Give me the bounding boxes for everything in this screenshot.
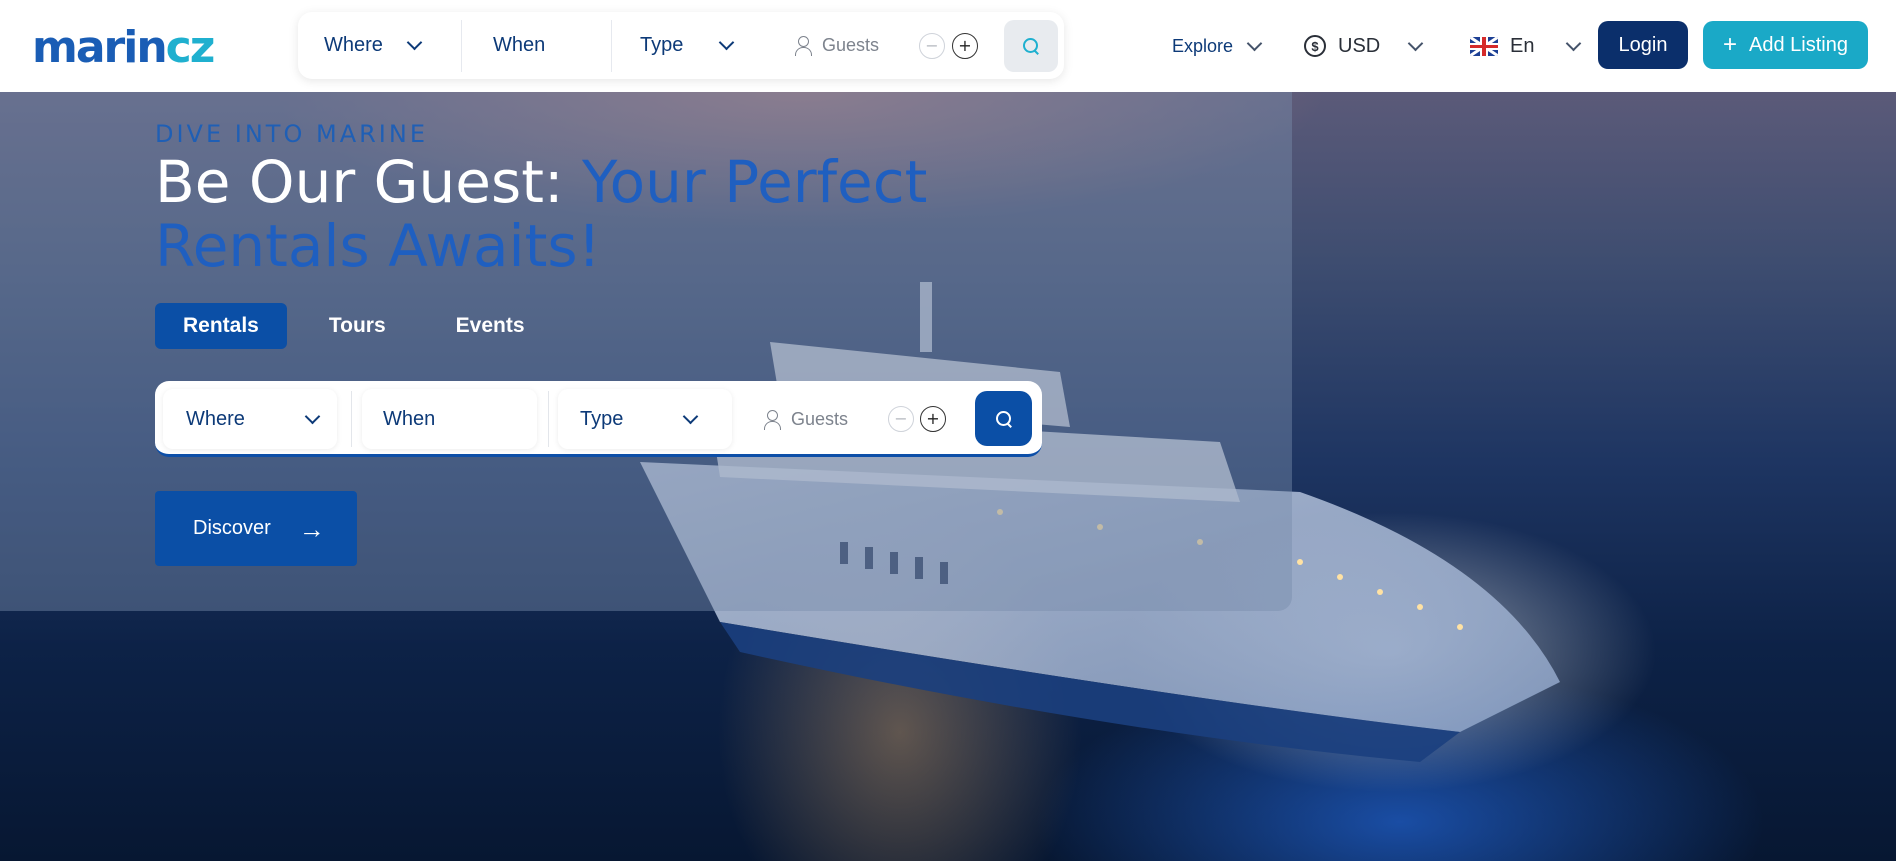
tab-tours[interactable]: Tours — [301, 303, 414, 349]
hero-where-dropdown[interactable]: Where — [163, 389, 337, 449]
chevron-down-icon — [406, 34, 423, 51]
person-icon — [794, 35, 812, 56]
chevron-down-icon — [304, 408, 321, 424]
hero-where-label: Where — [186, 407, 245, 430]
hero-section: DIVE INTO MARINE Be Our Guest: Your Perf… — [0, 92, 1896, 861]
hero-type-dropdown[interactable]: Type — [558, 389, 732, 449]
header-guests: Guests — [794, 12, 879, 79]
add-listing-button[interactable]: + Add Listing — [1703, 21, 1868, 69]
hero-overlay-panel: DIVE INTO MARINE Be Our Guest: Your Perf… — [0, 92, 1292, 611]
chevron-down-icon — [1407, 35, 1424, 51]
language-label: En — [1510, 34, 1535, 57]
hero-guests-decrement-button[interactable]: − — [888, 406, 914, 432]
divider — [611, 20, 612, 72]
chevron-down-icon — [1566, 35, 1582, 51]
chevron-down-icon — [1246, 35, 1263, 51]
header-guests-increment-button[interactable]: + — [952, 33, 978, 59]
add-listing-label: Add Listing — [1749, 33, 1848, 56]
plus-icon: + — [1723, 31, 1738, 58]
header-type-label: Type — [640, 34, 684, 56]
search-icon — [1022, 37, 1040, 55]
hero-tabs: Rentals Tours Events — [155, 303, 553, 349]
discover-button[interactable]: Discover → — [155, 491, 357, 566]
hero-search-button[interactable] — [975, 391, 1032, 446]
hero-title-plain: Be Our Guest: — [155, 148, 582, 216]
divider — [548, 391, 549, 447]
hero-when-field[interactable]: When — [362, 389, 537, 449]
divider — [461, 20, 462, 72]
header-search-bar: Where When Type Guests − + — [298, 12, 1064, 79]
arrow-right-icon: → — [298, 513, 325, 544]
currency-selector[interactable]: $ USD — [1304, 0, 1424, 92]
header-type-dropdown[interactable]: Type — [640, 12, 750, 79]
tab-events[interactable]: Events — [428, 303, 553, 349]
tab-rentals[interactable]: Rentals — [155, 303, 287, 349]
hero-guests-label: Guests — [791, 409, 849, 429]
search-icon — [995, 410, 1013, 428]
hero-search-bar: Where When Type Guests − + — [155, 381, 1042, 457]
explore-label: Explore — [1172, 35, 1234, 56]
header-guests-label: Guests — [822, 35, 880, 55]
chevron-down-icon — [683, 408, 699, 424]
brand-logo[interactable]: marin cz — [32, 26, 215, 70]
header-when-field[interactable]: When — [493, 12, 613, 79]
header-search-button[interactable] — [1004, 20, 1058, 72]
hero-when-label: When — [383, 407, 436, 430]
header-where-dropdown[interactable]: Where — [324, 12, 439, 79]
hero-guests-increment-button[interactable]: + — [920, 406, 946, 432]
login-button[interactable]: Login — [1598, 21, 1688, 69]
hero-kicker: DIVE INTO MARINE — [155, 120, 428, 148]
dollar-icon: $ — [1304, 35, 1326, 57]
explore-menu[interactable]: Explore — [1172, 0, 1263, 92]
divider — [351, 391, 352, 447]
site-header: marin cz Where When Type Guests − + Explo… — [0, 0, 1896, 92]
uk-flag-icon — [1470, 36, 1498, 56]
header-guests-decrement-button[interactable]: − — [919, 33, 945, 59]
header-when-label: When — [493, 34, 546, 56]
hero-title: Be Our Guest: Your Perfect Rentals Await… — [155, 150, 1055, 278]
chevron-down-icon — [719, 34, 735, 51]
header-where-label: Where — [324, 34, 383, 56]
discover-label: Discover — [193, 517, 271, 539]
currency-label: USD — [1338, 34, 1381, 57]
hero-guests: Guests — [763, 386, 848, 453]
hero-type-label: Type — [580, 407, 624, 430]
person-icon — [763, 409, 781, 430]
language-selector[interactable]: En — [1470, 0, 1582, 92]
